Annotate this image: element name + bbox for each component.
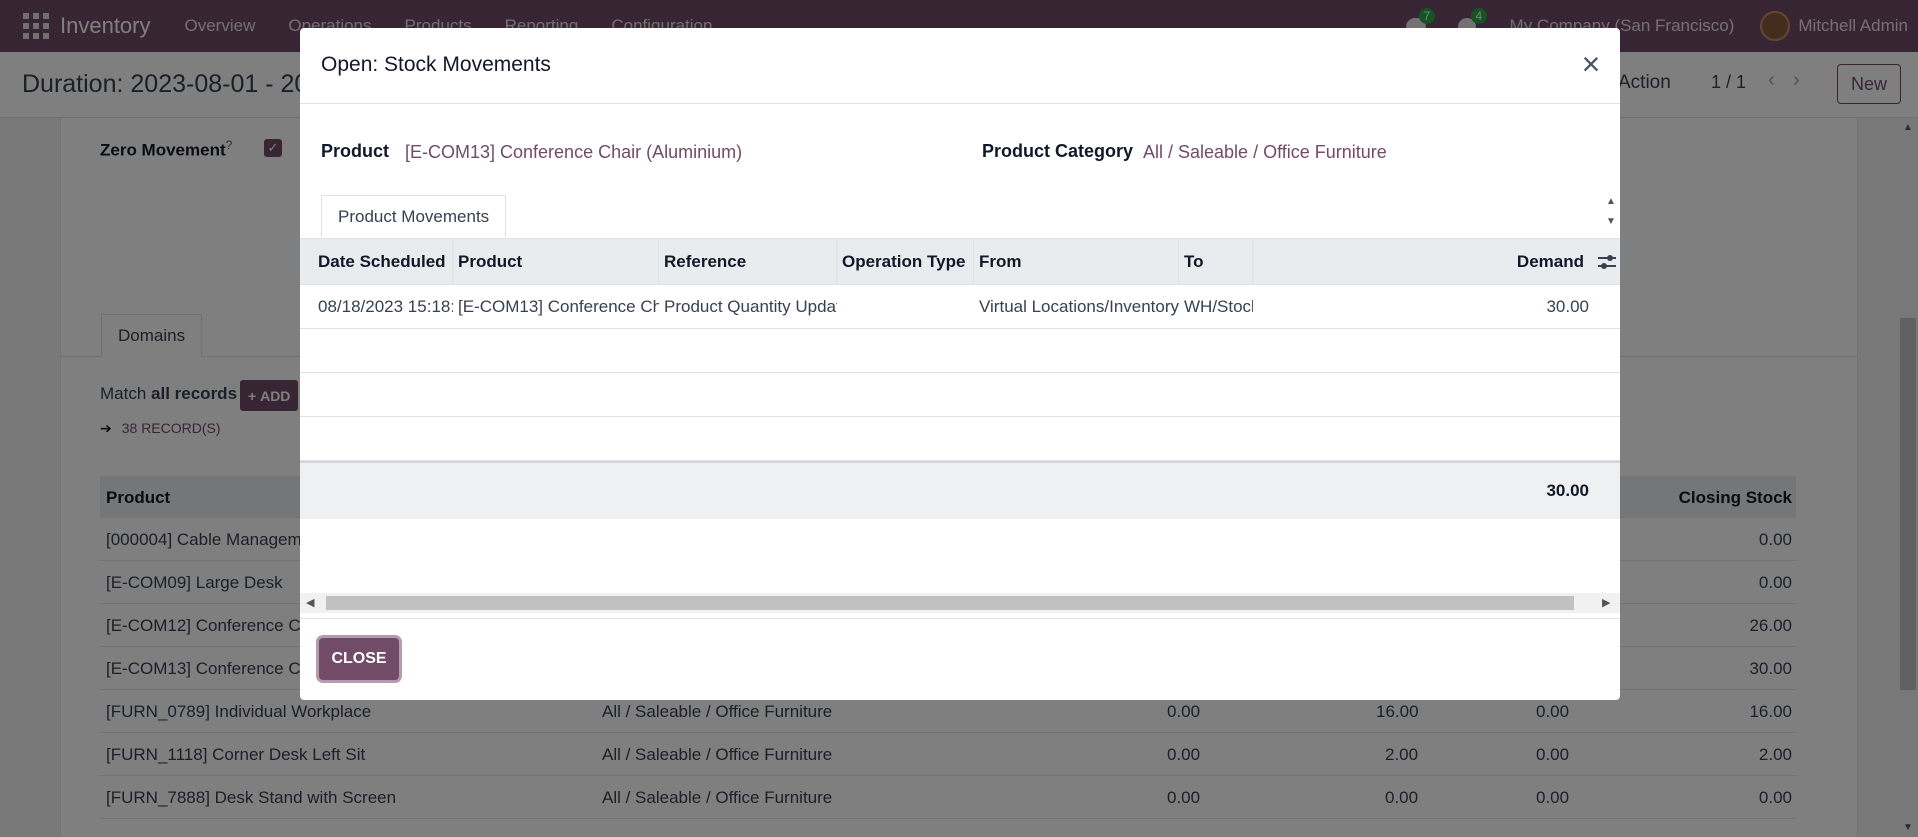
product-category-link[interactable]: All / Saleable / Office Furniture: [1143, 142, 1387, 163]
optional-columns-icon[interactable]: [1598, 253, 1616, 271]
scroll-down-icon[interactable]: ▼: [1606, 216, 1616, 227]
col-date-scheduled[interactable]: Date Scheduled: [313, 239, 453, 285]
tab-scroll-arrows[interactable]: ▲ ▼: [1602, 194, 1620, 236]
scroll-up-icon[interactable]: ▲: [1606, 196, 1616, 207]
col-product[interactable]: Product: [453, 239, 659, 285]
close-icon[interactable]: ×: [1578, 48, 1604, 80]
demand-total: 30.00: [1546, 481, 1589, 500]
table-header: Date Scheduled Product Reference Operati…: [300, 238, 1620, 285]
product-link[interactable]: [E-COM13] Conference Chair (Aluminium): [405, 142, 742, 163]
modal-header: Open: Stock Movements ×: [300, 28, 1620, 104]
empty-row: [300, 329, 1620, 373]
product-category-label: Product Category: [982, 141, 1134, 161]
horizontal-scrollbar-thumb[interactable]: [326, 596, 1574, 610]
tab-product-movements[interactable]: Product Movements: [321, 195, 507, 238]
modal-title: Open: Stock Movements: [321, 53, 551, 76]
col-operation-type[interactable]: Operation Type: [837, 239, 974, 285]
scroll-right-icon[interactable]: ▶: [1602, 596, 1610, 609]
col-from[interactable]: From: [974, 239, 1179, 285]
col-to[interactable]: To: [1179, 239, 1253, 285]
empty-row: [300, 373, 1620, 417]
scroll-left-icon[interactable]: ◀: [306, 596, 314, 609]
horizontal-scrollbar[interactable]: ◀ ▶: [300, 593, 1620, 613]
product-label: Product: [321, 141, 390, 161]
col-reference[interactable]: Reference: [659, 239, 837, 285]
table-row[interactable]: 08/18/2023 15:18:35 [E-COM13] Conference…: [300, 285, 1620, 329]
close-button[interactable]: CLOSE: [319, 638, 399, 680]
empty-row: [300, 417, 1620, 461]
stock-movements-dialog: Open: Stock Movements × Product [E-COM13…: [300, 28, 1620, 700]
table-footer: 30.00: [300, 461, 1620, 519]
col-demand[interactable]: Demand: [1450, 239, 1589, 285]
modal-footer: CLOSE: [300, 618, 1620, 700]
